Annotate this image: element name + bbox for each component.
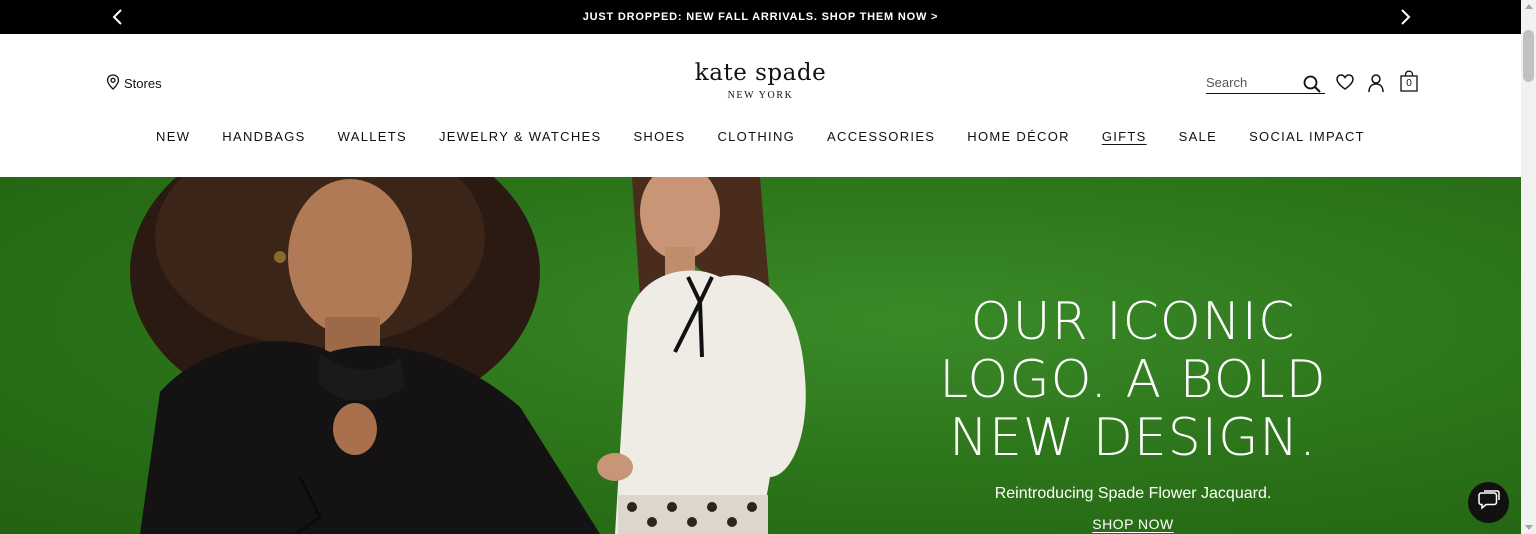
hero-heading-line: NEW DESIGN. [949,408,1317,468]
scroll-down-icon[interactable] [1525,525,1533,530]
hero-subheading: Reintroducing Spade Flower Jacquard. [994,485,1272,502]
chat-button[interactable] [1468,482,1509,523]
nav-item-gifts[interactable]: GIFTS [1086,129,1163,144]
scroll-up-icon[interactable] [1525,4,1533,9]
main-nav: NEW HANDBAGS WALLETS JEWELRY & WATCHES S… [0,129,1521,144]
chat-bubble-icon [1477,490,1500,515]
bag-count: 0 [1406,78,1412,89]
promo-bar: JUST DROPPED: NEW FALL ARRIVALS. SHOP TH… [0,0,1521,34]
shop-now-link[interactable]: SHOP NOW [1092,516,1174,532]
hero-heading-line: OUR ICONIC [970,292,1296,352]
page-scrollbar[interactable] [1521,0,1536,534]
nav-item-handbags[interactable]: HANDBAGS [206,129,321,144]
nav-item-shoes[interactable]: SHOES [617,129,701,144]
nav-item-new[interactable]: NEW [140,129,206,144]
promo-link[interactable]: JUST DROPPED: NEW FALL ARRIVALS. SHOP TH… [0,11,1521,23]
account-icon[interactable] [1367,73,1385,98]
hero-heading-line: LOGO. A BOLD [939,350,1327,410]
hero-banner[interactable]: OUR ICONIC LOGO. A BOLD NEW DESIGN. Rein… [0,177,1521,534]
nav-item-clothing[interactable]: CLOTHING [701,129,811,144]
shopping-bag-icon[interactable]: 0 [1399,70,1419,92]
nav-item-accessories[interactable]: ACCESSORIES [811,129,951,144]
hero-copy: OUR ICONIC LOGO. A BOLD NEW DESIGN. Rein… [933,293,1333,534]
nav-item-jewelry-watches[interactable]: JEWELRY & WATCHES [423,129,617,144]
chevron-right-icon[interactable] [1395,7,1415,27]
nav-item-social-impact[interactable]: SOCIAL IMPACT [1233,129,1381,144]
heart-icon[interactable] [1335,73,1355,96]
nav-item-wallets[interactable]: WALLETS [322,129,423,144]
hero-models-image [130,177,806,534]
nav-item-home-decor[interactable]: HOME DÉCOR [951,129,1086,144]
site-header: Stores kate spade NEW YORK 0 NEW HANDBAG… [0,34,1521,177]
hero-heading: OUR ICONIC LOGO. A BOLD NEW DESIGN. [933,293,1333,467]
scroll-thumb[interactable] [1523,30,1534,82]
search-input[interactable] [1206,75,1298,90]
nav-item-sale[interactable]: SALE [1163,129,1233,144]
search-box [1206,72,1325,94]
search-icon[interactable] [1302,74,1322,94]
